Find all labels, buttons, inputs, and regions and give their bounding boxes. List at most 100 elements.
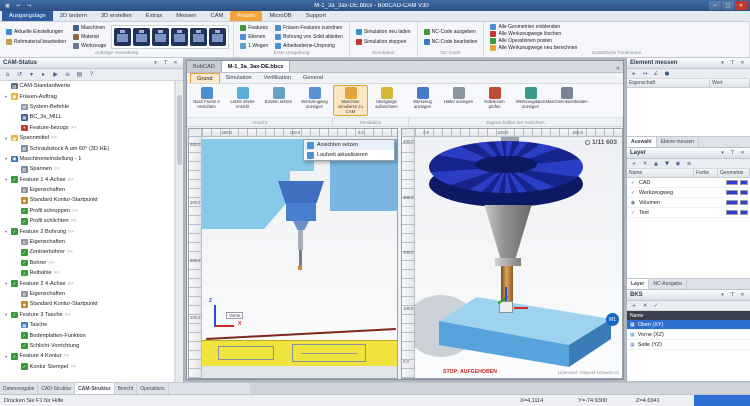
chevron-down-icon[interactable]: ▾ [718, 291, 727, 300]
tree-item-spannmittel[interactable]: ▾▣Spannmittel>> [0, 133, 174, 143]
layer-visibility-icon[interactable]: ◉ [673, 159, 683, 168]
tree-item-bodenplatten-funktion[interactable]: ✓Bodenplatten-Funktion [0, 330, 174, 340]
measure-radius-icon[interactable]: ● [662, 69, 672, 78]
tree-item-zentrierbohrer[interactable]: ✓Zentrierbohrer>> [0, 247, 174, 257]
post-icon[interactable]: ≡ [62, 70, 73, 80]
ribbon-tab-cam[interactable]: CAM [204, 11, 231, 21]
close-document-icon[interactable]: ✕ [613, 66, 623, 72]
ribbon-button-maschinen[interactable]: Maschinen [71, 24, 108, 32]
tree-item-feature-1-4-achse[interactable]: ▾✓Feature 1 4-Achse>> [0, 175, 174, 185]
tree-expander[interactable]: ▾ [3, 156, 9, 161]
tree-item-eigenschaften[interactable]: ≡Eigenschaften [0, 185, 174, 195]
ribbon-tab-support[interactable]: Support [299, 11, 333, 21]
measure-tab-ebene-messen[interactable]: Ebene messen [657, 137, 699, 147]
layer-geometry-swatch[interactable] [740, 200, 748, 205]
collapse-all-icon[interactable]: ▸ [38, 70, 49, 80]
ribbon-button-werkzeuge[interactable]: Werkzeuge [71, 42, 108, 50]
ribbon-button-alle-operationen-posten[interactable]: Alle Operationen posten [488, 38, 579, 44]
layer-color-swatch[interactable] [726, 180, 738, 185]
home-icon[interactable]: ⌂ [2, 70, 13, 80]
tree-item-cam-standardwerte[interactable]: ▤CAM-Standardwerte [0, 81, 174, 91]
view-tab-simulation[interactable]: Simulation [220, 73, 258, 83]
tree-item-schlicht-vorrichtung[interactable]: ✓Schlicht-Vorrichtung [0, 341, 174, 351]
machine-badge[interactable]: M1 [606, 313, 619, 326]
pin-icon[interactable]: ⊤ [728, 149, 737, 158]
tree-item-fräsen-auftrag[interactable]: ▾▣Fräsen-Auftrag [0, 91, 174, 101]
document-tab-bobcad[interactable]: BobCAD [187, 61, 222, 72]
view-tab-general[interactable]: General [297, 73, 329, 83]
wcs-row-vorne-xz[interactable]: ▦Vorne (XZ) [627, 330, 750, 340]
ribbon-button-aktuelle-einstellungen[interactable]: Aktuelle Einstellungen [4, 28, 68, 37]
maximize-icon[interactable]: □ [722, 1, 734, 10]
front-view-canvas[interactable]: X Z Vorne [202, 137, 397, 378]
tree-item-eigenschaften[interactable]: ≡Eigenschaften [0, 237, 174, 247]
ribbon-tab-messen[interactable]: Messen [169, 11, 203, 21]
view-toolbar-letzte-offene-ansicht[interactable]: Letzte offene Ansicht [225, 85, 260, 116]
redo-icon[interactable]: ↪ [25, 2, 34, 10]
layer-row-text[interactable]: ✓Text [627, 208, 750, 218]
measure-angle-icon[interactable]: ∠ [651, 69, 661, 78]
view-toolbar-kollisionen-prüfen[interactable]: Kollisionen prüfen [477, 85, 512, 116]
tree-item-reibahle[interactable]: ✓Reibahle>> [0, 268, 174, 278]
measure-distance-icon[interactable]: ↔ [640, 69, 650, 78]
ribbon-button-fräsen-features-zuordnen[interactable]: Fräsen-Features zuordnen [273, 24, 345, 32]
save-icon[interactable]: ▣ [3, 2, 12, 10]
undo-icon[interactable]: ↩ [14, 2, 23, 10]
ribbon-button-alle-werkzeugwege-löschen[interactable]: Alle Werkzeugwege löschen [488, 31, 579, 37]
ribbon-tab-2d-ändern[interactable]: 2D ändern [53, 11, 94, 21]
dock-tab-operations[interactable]: Operations [137, 383, 168, 394]
view-toolbar-halter-anzeigen[interactable]: Halter anzeigen [441, 85, 476, 116]
dock-tab-cam-struktur[interactable]: CAM-Struktur [75, 383, 115, 394]
chevron-down-icon[interactable]: ▾ [718, 149, 727, 158]
close-icon[interactable]: ✕ [738, 149, 747, 158]
tree-item-standard-kontur-startpunkt[interactable]: ◆Standard Kontur-Startpunkt [0, 195, 174, 205]
layer-geometry-swatch[interactable] [740, 210, 748, 215]
view-tab-grund[interactable]: Grund [190, 73, 220, 83]
iso-view-canvas[interactable]: M1 1/11 603 STOP: AUFGEHOBEN Lizenziert:… [415, 137, 622, 378]
tree-item-spannen[interactable]: ▥Spannen>> [0, 164, 174, 174]
ribbon-button-features[interactable]: Features [238, 24, 270, 32]
check-icon[interactable]: ✓ [629, 210, 637, 216]
tree-expander[interactable]: ▾ [3, 94, 9, 99]
machine-preset-router-icon[interactable] [209, 28, 226, 46]
check-icon[interactable]: ✓ [629, 180, 637, 186]
ribbon-button-nc-code-bearbeiten[interactable]: NC-Code bearbeiten [422, 38, 480, 47]
tree-expander[interactable]: ▾ [3, 281, 9, 286]
context-menu-item-ansichten-setzen[interactable]: Ansichten setzen [304, 140, 394, 150]
layer-color-swatch[interactable] [726, 200, 738, 205]
expand-all-icon[interactable]: ▾ [26, 70, 37, 80]
tree-expander[interactable]: ▾ [3, 312, 9, 317]
machine-preset-mill-turn-icon[interactable] [190, 28, 207, 46]
chevron-down-icon[interactable]: ▾ [151, 59, 160, 68]
tree-item-feature-2-bohrung[interactable]: ▾✓Feature 2 Bohrung>> [0, 226, 174, 236]
close-icon[interactable]: ✕ [171, 59, 180, 68]
ribbon-button-simulation-neu-laden[interactable]: Simulation neu laden [354, 28, 413, 37]
minimize-icon[interactable]: ─ [709, 1, 721, 10]
tree-item-standard-kontur-startpunkt[interactable]: ◆Standard Kontur-Startpunkt [0, 299, 174, 309]
layer-color-swatch[interactable] [726, 210, 738, 215]
wcs-row-seite-yz[interactable]: ▦Seite (YZ) [627, 340, 750, 350]
ribbon-button-bohrung-von-solid-ableiten[interactable]: Bohrung von Solid ableiten [273, 33, 345, 41]
ribbon-button-simulation-stoppen[interactable]: Simulation stoppen [354, 38, 413, 47]
layer-settings-icon[interactable]: ≡ [684, 159, 694, 168]
pin-icon[interactable]: ⊤ [161, 59, 170, 68]
ribbon-button-alle-werkzeugwege-neu-berechnen[interactable]: Alle Werkzeugwege neu berechnen [488, 45, 579, 51]
view-toolbar-einzeln-setzen[interactable]: Einzeln setzen [261, 85, 296, 116]
scrollbar-thumb[interactable] [177, 95, 182, 165]
ribbon-tab-ausgangslage[interactable]: Ausgangslage [2, 11, 53, 21]
document-tab-m-1-3a-3ax-de-bbcx[interactable]: M-1_3a_3ax-DE.bbcx [222, 61, 291, 72]
context-menu-item-laufzeit-aktualisieren[interactable]: Laufzeit aktualisieren [304, 150, 394, 160]
tree-item-feature-2-4-achse[interactable]: ▾✓Feature 2 4-Achse>> [0, 278, 174, 288]
tree-item-profil-schruppen[interactable]: ✓Profil schruppen>> [0, 206, 174, 216]
view-toolbar-übergänge-aufzeichnen[interactable]: Übergänge aufzeichnen [369, 85, 404, 116]
close-icon[interactable]: ✕ [738, 59, 747, 68]
dock-tab-bericht[interactable]: Bericht [115, 383, 138, 394]
layer-tab-nc-ausgabe[interactable]: NC-Ausgabe [649, 279, 687, 289]
ribbon-tab-fräsen[interactable]: Fräsen [230, 11, 262, 21]
ribbon-button-arbeitsebene-ursprung[interactable]: Arbeitsebene-Ursprung [273, 42, 345, 50]
machine-preset-mill-4x-icon[interactable] [133, 28, 150, 46]
help-icon[interactable]: ? [86, 70, 97, 80]
layer-row-cad[interactable]: ✓CAD [627, 178, 750, 188]
ribbon-button-1-wegen[interactable]: 1 Wegen [238, 42, 270, 50]
layer-row-werkzeugweg[interactable]: ✓Werkzeugweg [627, 188, 750, 198]
